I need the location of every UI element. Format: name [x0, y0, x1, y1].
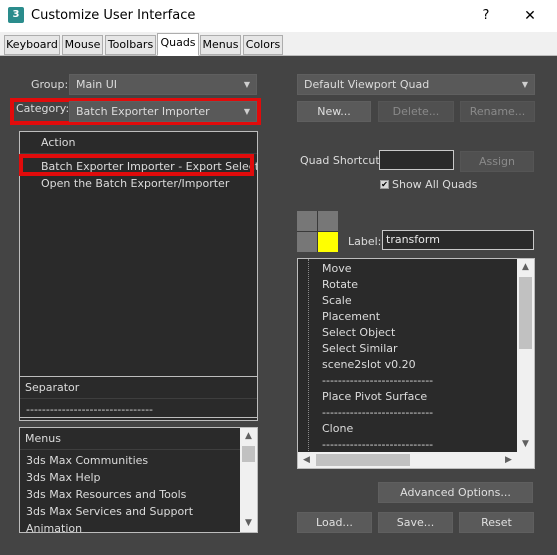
quad-items-hscrollbar[interactable]: ◀ ▶ [298, 452, 517, 468]
list-item[interactable]: Rotate [322, 276, 534, 293]
checkbox-icon[interactable]: ✔ [380, 180, 389, 189]
label-label: Label: [348, 235, 382, 248]
category-label: Category: [16, 102, 70, 115]
list-item[interactable]: 3ds Max Help [20, 469, 257, 486]
quad-shortcut-input[interactable] [379, 150, 454, 170]
help-icon[interactable]: ? [474, 6, 498, 26]
list-item[interactable]: Select Object [322, 324, 534, 341]
category-value: Batch Exporter Importer [76, 105, 210, 118]
tab-quads[interactable]: Quads [157, 33, 199, 56]
list-item[interactable]: Place Pivot Surface [322, 388, 534, 405]
app-icon: 3 [8, 7, 24, 23]
new-button[interactable]: New... [297, 101, 371, 122]
scrollbar-thumb[interactable] [242, 446, 255, 462]
dropdown-arrow-icon: ▼ [243, 80, 250, 89]
list-item[interactable]: Clone [322, 420, 534, 437]
dropdown-arrow-icon: ▼ [521, 80, 528, 89]
menus-list-header: Menus [20, 428, 257, 450]
list-item[interactable]: ---------------------------- [322, 372, 534, 389]
close-icon[interactable]: ✕ [518, 6, 542, 26]
list-item[interactable]: Select Similar [322, 340, 534, 357]
label-input[interactable]: transform [382, 230, 534, 250]
category-dropdown[interactable]: Batch Exporter Importer ▼ [69, 101, 257, 122]
list-item[interactable]: Move [322, 260, 534, 277]
scroll-down-icon[interactable]: ▼ [517, 436, 534, 453]
list-item[interactable]: Placement [322, 308, 534, 325]
list-item[interactable]: 3ds Max Communities [20, 452, 257, 469]
rename-button[interactable]: Rename... [460, 101, 535, 122]
tab-colors[interactable]: Colors [243, 35, 283, 55]
group-value: Main UI [76, 78, 118, 91]
scrollbar-thumb[interactable] [519, 277, 532, 349]
tree-guide-line [308, 259, 309, 453]
delete-button[interactable]: Delete... [378, 101, 454, 122]
scroll-corner [517, 452, 534, 468]
save-button[interactable]: Save... [378, 512, 453, 533]
scroll-up-icon[interactable]: ▲ [240, 428, 257, 445]
separator-list[interactable]: Separator ------------------------------… [19, 376, 258, 418]
menus-scrollbar[interactable]: ▲ ▼ [240, 428, 257, 532]
scroll-down-icon[interactable]: ▼ [240, 515, 257, 532]
list-item[interactable]: ---------------------------- [322, 436, 534, 453]
tab-keyboard[interactable]: Keyboard [4, 35, 60, 55]
list-item[interactable]: ---------------------------- [322, 404, 534, 421]
list-item[interactable]: 3ds Max Services and Support [20, 503, 257, 520]
title-bar: 3 Customize User Interface ? ✕ [0, 0, 557, 32]
tab-mouse[interactable]: Mouse [62, 35, 103, 55]
quad-top-left[interactable] [297, 211, 317, 231]
scrollbar-thumb[interactable] [316, 454, 410, 466]
list-item[interactable]: Animation [20, 520, 257, 532]
separator-list-header: Separator [20, 377, 257, 399]
list-item[interactable]: scene2slot v0.20 [322, 356, 534, 373]
menus-list[interactable]: Menus 3ds Max Communities 3ds Max Help 3… [19, 427, 258, 533]
reset-button[interactable]: Reset [459, 512, 534, 533]
quad-shortcut-label: Quad Shortcut: [300, 154, 384, 167]
show-all-quads-label: Show All Quads [392, 178, 478, 191]
assign-button[interactable]: Assign [460, 151, 534, 172]
tab-bar: Keyboard Mouse Toolbars Quads Menus Colo… [0, 32, 557, 56]
action-list-header: Action [20, 132, 257, 154]
scroll-up-icon[interactable]: ▲ [517, 259, 534, 276]
group-label: Group: [31, 78, 69, 91]
load-button[interactable]: Load... [297, 512, 372, 533]
tab-toolbars[interactable]: Toolbars [105, 35, 156, 55]
quad-items-vscrollbar[interactable]: ▲ ▼ [517, 259, 534, 453]
quad-top-right[interactable] [318, 211, 338, 231]
quad-items-list[interactable]: Move Rotate Scale Placement Select Objec… [297, 258, 535, 469]
quad-bottom-right[interactable] [318, 232, 338, 252]
dropdown-arrow-icon: ▼ [243, 107, 250, 116]
quad-selector [297, 211, 338, 252]
quad-menu-dropdown[interactable]: Default Viewport Quad ▼ [297, 74, 535, 95]
list-item[interactable]: 3ds Max Resources and Tools [20, 486, 257, 503]
quad-bottom-left[interactable] [297, 232, 317, 252]
quad-menu-value: Default Viewport Quad [304, 78, 430, 91]
tab-menus[interactable]: Menus [200, 35, 241, 55]
scroll-right-icon[interactable]: ▶ [500, 452, 517, 468]
list-item[interactable]: Open the Batch Exporter/Importer [20, 175, 257, 192]
selected-action-highlight [19, 154, 254, 176]
scroll-left-icon[interactable]: ◀ [298, 452, 315, 468]
advanced-options-button[interactable]: Advanced Options... [378, 482, 533, 503]
window-title: Customize User Interface [31, 8, 196, 23]
list-item[interactable]: Scale [322, 292, 534, 309]
group-dropdown[interactable]: Main UI ▼ [69, 74, 257, 95]
quads-panel: Group: Main UI ▼ Category: Batch Exporte… [0, 56, 557, 555]
separator-item[interactable]: -------------------------------- [20, 401, 257, 417]
